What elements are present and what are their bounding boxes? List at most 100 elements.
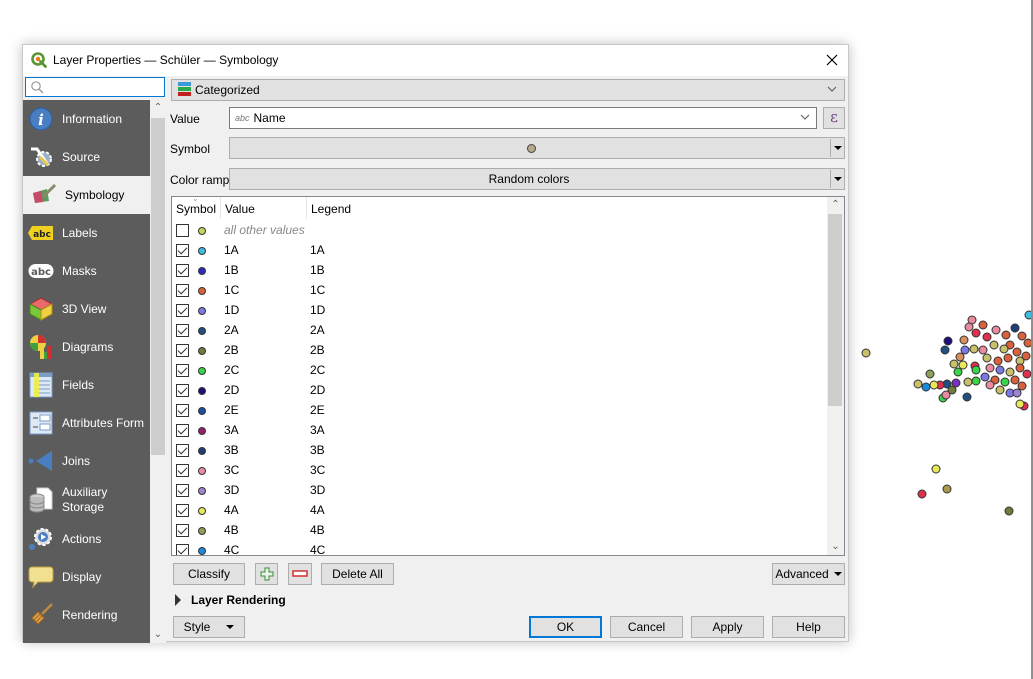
category-legend[interactable]: 4A [310,503,325,517]
category-value[interactable]: all other values [224,223,305,237]
category-value[interactable]: 1A [224,243,239,257]
sidebar-item-source[interactable]: Source [23,138,150,176]
category-checkbox[interactable] [176,404,189,417]
category-value[interactable]: 4A [224,503,239,517]
close-button[interactable] [820,48,844,72]
sidebar-item-rendering[interactable]: Rendering [23,596,150,634]
category-checkbox[interactable] [176,244,189,257]
category-symbol[interactable] [198,547,206,555]
scroll-down-icon[interactable]: ⌄ [827,539,844,555]
category-legend[interactable]: 3D [310,483,325,497]
category-legend[interactable]: 2B [310,343,325,357]
category-checkbox[interactable] [176,464,189,477]
category-value[interactable]: 1B [224,263,239,277]
sidebar-item-display[interactable]: Display [23,558,150,596]
category-legend[interactable]: 1B [310,263,325,277]
category-checkbox[interactable] [176,424,189,437]
table-row[interactable]: 2B 2B [172,339,828,359]
table-row[interactable]: 3C 3C [172,459,828,479]
column-header-symbol[interactable]: Symbol [176,202,216,216]
category-value[interactable]: 2E [224,403,239,417]
table-row[interactable]: 2C 2C [172,359,828,379]
category-legend[interactable]: 2C [310,363,325,377]
search-input[interactable] [50,79,160,95]
table-row[interactable]: 2A 2A [172,319,828,339]
ok-button[interactable]: OK [529,616,602,638]
dropdown-arrow-icon[interactable] [830,139,844,157]
category-symbol[interactable] [198,347,206,355]
category-checkbox[interactable] [176,504,189,517]
category-symbol[interactable] [198,287,206,295]
category-value[interactable]: 4B [224,523,239,537]
sidebar-item-symbology[interactable]: Symbology [23,176,150,214]
category-legend[interactable]: 2D [310,383,325,397]
renderer-type-select[interactable]: Categorized [171,79,845,101]
sidebar-item-joins[interactable]: Joins [23,442,150,480]
help-button[interactable]: Help [772,616,845,638]
category-checkbox[interactable] [176,284,189,297]
table-row[interactable]: 4A 4A [172,499,828,519]
category-checkbox[interactable] [176,544,189,555]
category-checkbox[interactable] [176,344,189,357]
value-field-select[interactable]: abc Name [229,107,817,129]
category-legend[interactable]: 2A [310,323,325,337]
category-symbol[interactable] [198,527,206,535]
category-symbol[interactable] [198,387,206,395]
sidebar-item-information[interactable]: i Information [23,100,150,138]
dropdown-arrow-icon[interactable] [830,170,844,188]
category-checkbox[interactable] [176,324,189,337]
layer-rendering-toggle[interactable]: Layer Rendering [175,593,286,607]
cancel-button[interactable]: Cancel [610,616,683,638]
sidebar-item-fields[interactable]: Fields [23,366,150,404]
category-checkbox[interactable] [176,444,189,457]
table-row[interactable]: 4C 4C [172,539,828,555]
category-legend[interactable]: 1A [310,243,325,257]
table-row[interactable]: all other values [172,219,828,239]
delete-all-button[interactable]: Delete All [321,563,394,585]
category-legend[interactable]: 3B [310,443,325,457]
table-row[interactable]: 1D 1D [172,299,828,319]
sidebar-item-auxiliary-storage[interactable]: Auxiliary Storage [23,480,150,520]
category-legend[interactable]: 4B [310,523,325,537]
apply-button[interactable]: Apply [691,616,764,638]
column-header-legend[interactable]: Legend [311,202,351,216]
category-value[interactable]: 3B [224,443,239,457]
table-row[interactable]: 3B 3B [172,439,828,459]
table-scrollbar[interactable]: ⌃ ⌄ [827,197,844,555]
classify-button[interactable]: Classify [173,563,245,585]
table-row[interactable]: 4B 4B [172,519,828,539]
table-scroll-thumb[interactable] [828,214,842,406]
table-row[interactable]: 1C 1C [172,279,828,299]
category-legend[interactable]: 3A [310,423,325,437]
category-symbol[interactable] [198,507,206,515]
category-symbol[interactable] [198,227,206,235]
category-checkbox[interactable] [176,224,189,237]
category-legend[interactable]: 2E [310,403,325,417]
sidebar-item-3d-view[interactable]: 3D View [23,290,150,328]
category-symbol[interactable] [198,267,206,275]
category-legend[interactable]: 1D [310,303,325,317]
category-value[interactable]: 2B [224,343,239,357]
table-row[interactable]: 2E 2E [172,399,828,419]
expression-button[interactable]: ε [823,107,845,129]
sidebar-item-diagrams[interactable]: Diagrams [23,328,150,366]
remove-class-button[interactable] [288,563,312,585]
category-value[interactable]: 1D [224,303,239,317]
category-legend[interactable]: 4C [310,543,325,555]
add-class-button[interactable] [255,563,278,585]
category-checkbox[interactable] [176,524,189,537]
category-symbol[interactable] [198,307,206,315]
category-value[interactable]: 2A [224,323,239,337]
category-symbol[interactable] [198,487,206,495]
color-ramp-button[interactable]: Random colors [229,168,845,190]
table-row[interactable]: 2D 2D [172,379,828,399]
category-checkbox[interactable] [176,264,189,277]
style-button[interactable]: Style [173,616,245,638]
category-legend[interactable]: 3C [310,463,325,477]
category-checkbox[interactable] [176,484,189,497]
category-checkbox[interactable] [176,364,189,377]
category-symbol[interactable] [198,447,206,455]
category-symbol[interactable] [198,407,206,415]
category-symbol[interactable] [198,427,206,435]
category-legend[interactable]: 1C [310,283,325,297]
